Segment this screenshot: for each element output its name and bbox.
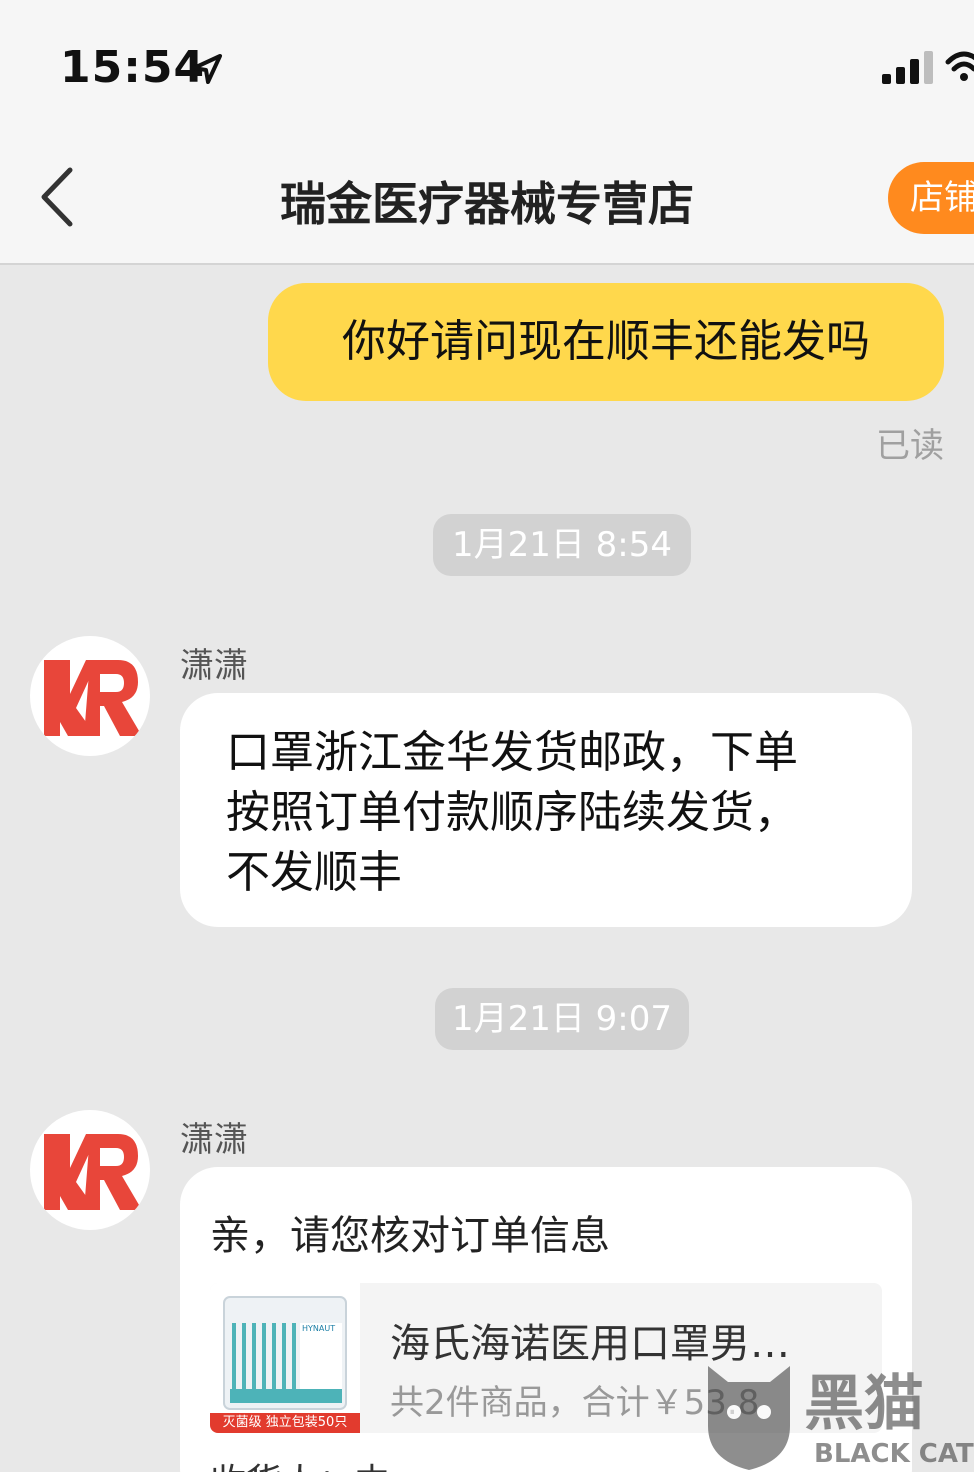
timestamp-pill: 1月21日 9:07 — [435, 988, 689, 1050]
wifi-icon — [945, 51, 974, 81]
avatar-logo-icon — [44, 660, 142, 736]
sender-name: 潇潇 — [180, 1120, 248, 1160]
message-line: 口罩浙江金华发货邮政，下单 — [226, 727, 798, 778]
message-line: 按照订单付款顺序陆续发货， — [226, 787, 798, 838]
sender-name: 潇潇 — [180, 646, 248, 686]
read-status: 已读 — [876, 426, 944, 466]
outgoing-message-bubble[interactable]: 你好请问现在顺丰还能发吗 — [268, 283, 944, 401]
order-card-title: 亲，请您核对订单信息 — [210, 1213, 610, 1259]
mask-package-image: HYNAUT — [223, 1296, 347, 1410]
product-badge: 灭菌级 独立包装50只 — [210, 1413, 360, 1433]
timestamp-pill: 1月21日 8:54 — [433, 514, 691, 576]
nav-bar: 瑞金医疗器械专营店 店铺 — [0, 130, 974, 265]
incoming-message-bubble[interactable]: 口罩浙江金华发货邮政，下单 按照订单付款顺序陆续发货， 不发顺丰 — [180, 693, 912, 927]
svg-text:HYNAUT: HYNAUT — [302, 1324, 335, 1333]
product-thumbnail: HYNAUT 灭菌级 独立包装50只 — [210, 1283, 360, 1433]
black-cat-watermark: 黑猫 BLACK CAT — [708, 1366, 974, 1470]
message-line: 不发顺丰 — [226, 847, 402, 898]
status-time: 15:54 — [60, 42, 206, 93]
avatar[interactable] — [30, 636, 150, 756]
svg-text:BLACK CAT: BLACK CAT — [814, 1439, 974, 1469]
page-title: 瑞金医疗器械专营店 — [280, 177, 694, 231]
avatar-logo-icon — [44, 1134, 142, 1210]
shop-button[interactable]: 店铺 — [888, 162, 974, 234]
status-bar: 15:54 — [0, 0, 974, 130]
recipient-line: 收货人：中 — [210, 1453, 390, 1472]
avatar[interactable] — [30, 1110, 150, 1230]
signal-icon — [882, 51, 933, 84]
svg-text:黑猫: 黑猫 — [804, 1369, 924, 1439]
location-arrow-icon — [192, 54, 222, 84]
